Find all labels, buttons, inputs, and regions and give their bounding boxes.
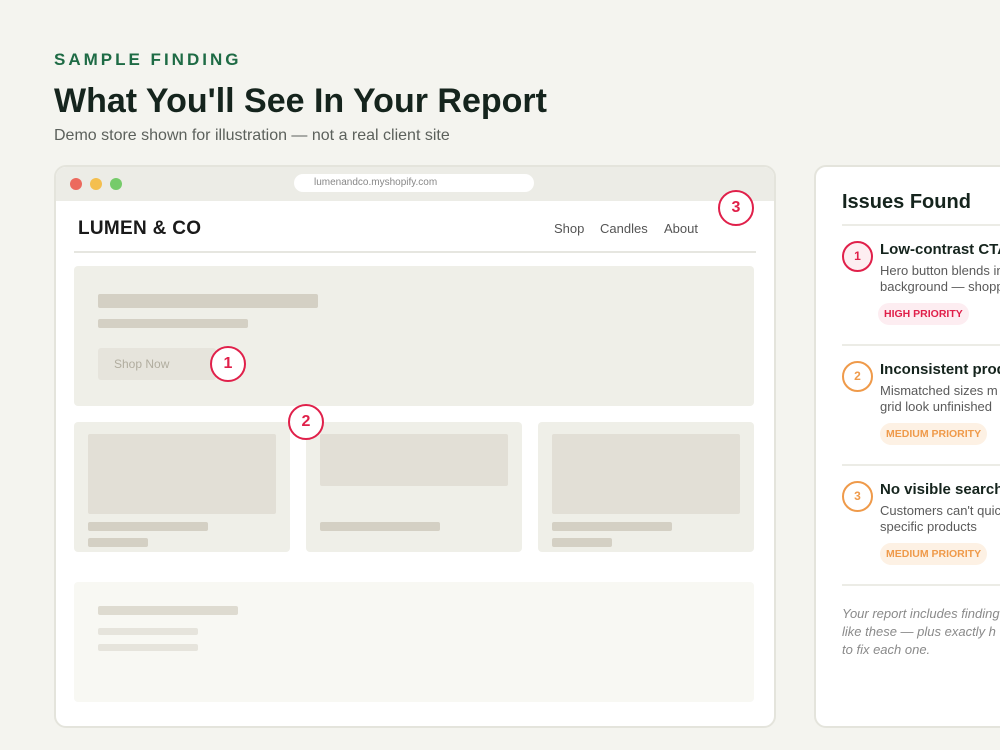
panel-divider xyxy=(842,584,1000,586)
footer-line-placeholder xyxy=(98,644,198,651)
product-card-1 xyxy=(74,422,290,552)
store-logo: LUMEN & CO xyxy=(78,218,202,239)
issue-title: No visible search xyxy=(880,481,1000,498)
issues-panel: Issues Found 1 Low-contrast CTA Hero but… xyxy=(814,165,1000,728)
issue-description: Customers can't quic specific products xyxy=(880,503,1000,535)
close-window-dot xyxy=(70,178,82,190)
report-note: Your report includes finding like these … xyxy=(842,605,1000,659)
footer-heading-placeholder xyxy=(98,606,238,615)
browser-chrome: lumenandco.myshopify.com xyxy=(56,167,774,201)
issue-description-line: Customers can't quic xyxy=(880,503,1000,518)
issue-description: Mismatched sizes m grid look unfinished xyxy=(880,383,1000,415)
priority-badge-medium: MEDIUM PRIORITY xyxy=(880,423,988,445)
panel-divider xyxy=(842,464,1000,466)
issues-panel-title: Issues Found xyxy=(842,191,971,213)
issue-number-badge: 2 xyxy=(842,361,873,392)
hero-section: Shop Now xyxy=(74,266,754,406)
hero-heading-placeholder xyxy=(98,294,318,308)
issue-description-line: specific products xyxy=(880,519,977,534)
issue-marker-1[interactable]: 1 xyxy=(210,346,246,382)
report-note-line: Your report includes finding xyxy=(842,606,1000,621)
nav-link-shop: Shop xyxy=(554,221,585,236)
issue-title: Low-contrast CTA xyxy=(880,241,1000,258)
product-price-placeholder xyxy=(88,538,148,547)
issue-description-line: Mismatched sizes m xyxy=(880,383,998,398)
report-note-line: to fix each one. xyxy=(842,642,931,657)
issue-description: Hero button blends in background — shopp xyxy=(880,263,1000,295)
priority-badge-medium: MEDIUM PRIORITY xyxy=(880,543,988,565)
product-image-placeholder xyxy=(88,434,276,514)
product-title-placeholder xyxy=(88,522,208,531)
issue-description-line: Hero button blends in xyxy=(880,263,1000,278)
issue-marker-2[interactable]: 2 xyxy=(288,404,324,440)
page-subtitle: Demo store shown for illustration — not … xyxy=(54,127,450,144)
panel-divider xyxy=(842,224,1000,226)
issue-number-badge: 1 xyxy=(842,241,873,272)
page-title: What You'll See In Your Report xyxy=(54,82,547,120)
eyebrow-label: SAMPLE FINDING xyxy=(54,50,242,69)
priority-badge-high: HIGH PRIORITY xyxy=(878,303,969,325)
issue-description-line: background — shopp xyxy=(880,279,1000,294)
product-image-placeholder xyxy=(552,434,740,514)
browser-mockup: lumenandco.myshopify.com LUMEN & CO Shop… xyxy=(54,165,776,728)
nav-link-candles: Candles xyxy=(600,221,648,236)
product-image-placeholder xyxy=(320,434,508,486)
product-title-placeholder xyxy=(552,522,672,531)
product-title-placeholder xyxy=(320,522,440,531)
issue-title: Inconsistent prod xyxy=(880,361,1000,378)
issue-marker-3[interactable]: 3 xyxy=(718,190,754,226)
address-bar: lumenandco.myshopify.com xyxy=(294,174,534,192)
panel-divider xyxy=(842,344,1000,346)
issue-number-badge: 3 xyxy=(842,481,873,512)
issue-description-line: grid look unfinished xyxy=(880,399,993,414)
product-card-2 xyxy=(306,422,522,552)
product-price-placeholder xyxy=(552,538,612,547)
maximize-window-dot xyxy=(110,178,122,190)
footer-section xyxy=(74,582,754,702)
nav-link-about: About xyxy=(664,221,698,236)
footer-line-placeholder xyxy=(98,628,198,635)
product-card-3 xyxy=(538,422,754,552)
report-note-line: like these — plus exactly h xyxy=(842,624,996,639)
hero-subheading-placeholder xyxy=(98,319,248,328)
minimize-window-dot xyxy=(90,178,102,190)
hero-shop-now-button: Shop Now xyxy=(98,348,216,380)
nav-divider xyxy=(74,251,756,253)
